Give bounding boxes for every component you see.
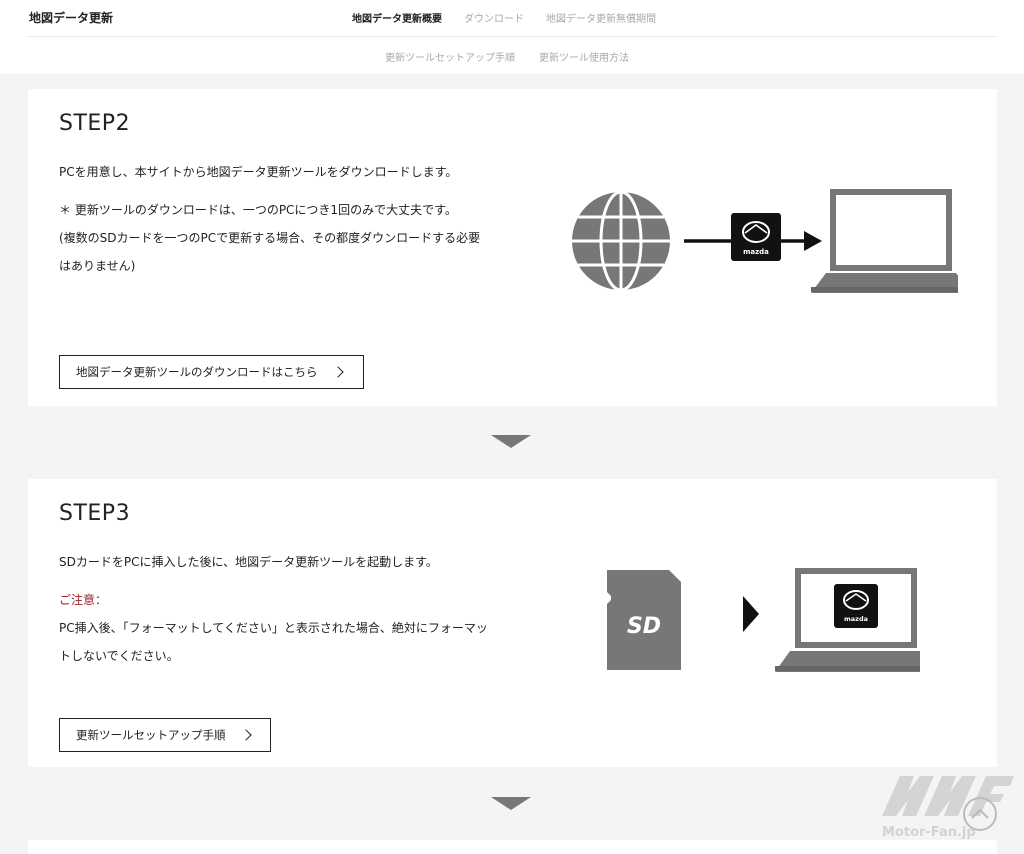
header-divider: [28, 36, 996, 37]
step-down-arrow: [491, 435, 531, 448]
step3-text-1: SDカードをPCに挿入した後に、地図データ更新ツールを起動します。: [59, 555, 438, 569]
step2-text-1: PCを用意し、本サイトから地図データ更新ツールをダウンロードします。: [59, 165, 458, 179]
nav-item-setup-guide[interactable]: 更新ツールセットアップ手順: [385, 49, 515, 64]
step-down-arrow: [491, 797, 531, 810]
step3-title: STEP3: [59, 501, 131, 526]
mazda-logo-text: mazda: [743, 248, 769, 256]
step2-description: PCを用意し、本サイトから地図データ更新ツールをダウンロードします。 ＊ 更新ツ…: [59, 158, 489, 290]
mazda-logo-text: mazda: [844, 615, 868, 623]
caution-label: ご注意：: [59, 593, 108, 607]
watermark-text: Motor-Fan.jp: [882, 825, 976, 840]
watermark-logo: Motor-Fan.jp: [882, 776, 1014, 840]
step4-card: [28, 840, 997, 854]
nav-item-download[interactable]: ダウンロード: [464, 10, 524, 25]
chevron-right-icon: [331, 366, 344, 378]
setup-guide-button[interactable]: 更新ツールセットアップ手順: [59, 718, 271, 752]
globe-icon: [572, 190, 670, 292]
laptop-icon: [811, 189, 958, 293]
step3-illustration: SD mazda: [607, 568, 920, 672]
site-title[interactable]: 地図データ更新: [29, 9, 113, 26]
chevron-right-icon: [239, 729, 252, 741]
mazda-tool-icon: mazda: [731, 213, 781, 261]
step3-description: SDカードをPCに挿入した後に、地図データ更新ツールを起動します。 ご注意： P…: [59, 548, 489, 680]
sd-card-label: SD: [627, 614, 661, 639]
laptop-icon: mazda: [775, 568, 920, 672]
nav-item-usage-guide[interactable]: 更新ツール使用方法: [539, 49, 629, 64]
nav-item-free-period[interactable]: 地図データ更新無償期間: [546, 10, 656, 25]
setup-guide-button-label: 更新ツールセットアップ手順: [76, 728, 226, 742]
caution-text: PC挿入後、「フォーマットしてください」と表示された場合、絶対にフォーマットしな…: [59, 621, 488, 663]
step2-card: STEP2 PCを用意し、本サイトから地図データ更新ツールをダウンロードします。…: [28, 89, 997, 406]
primary-nav: 地図データ更新概要 ダウンロード 地図データ更新無償期間: [352, 10, 656, 25]
step2-text-3: (複数のSDカードを一つのPCで更新する場合、その都度ダウンロードする必要はあり…: [59, 231, 481, 273]
download-tool-button-label: 地図データ更新ツールのダウンロードはこちら: [76, 365, 318, 379]
nav-item-overview[interactable]: 地図データ更新概要: [352, 10, 442, 25]
step2-title: STEP2: [59, 111, 131, 136]
secondary-nav: 更新ツールセットアップ手順 更新ツール使用方法: [385, 49, 629, 64]
arrow-right-icon: [743, 596, 759, 632]
site-header: 地図データ更新 地図データ更新概要 ダウンロード 地図データ更新無償期間 更新ツ…: [0, 0, 1024, 74]
sd-card-icon: SD: [607, 570, 681, 670]
step3-card: STEP3 SDカードをPCに挿入した後に、地図データ更新ツールを起動します。 …: [28, 479, 997, 767]
download-tool-button[interactable]: 地図データ更新ツールのダウンロードはこちら: [59, 355, 364, 389]
step2-illustration: mazda: [572, 189, 958, 293]
step2-text-2: ＊ 更新ツールのダウンロードは、一つのPCにつき1回のみで大丈夫です。: [59, 203, 457, 217]
